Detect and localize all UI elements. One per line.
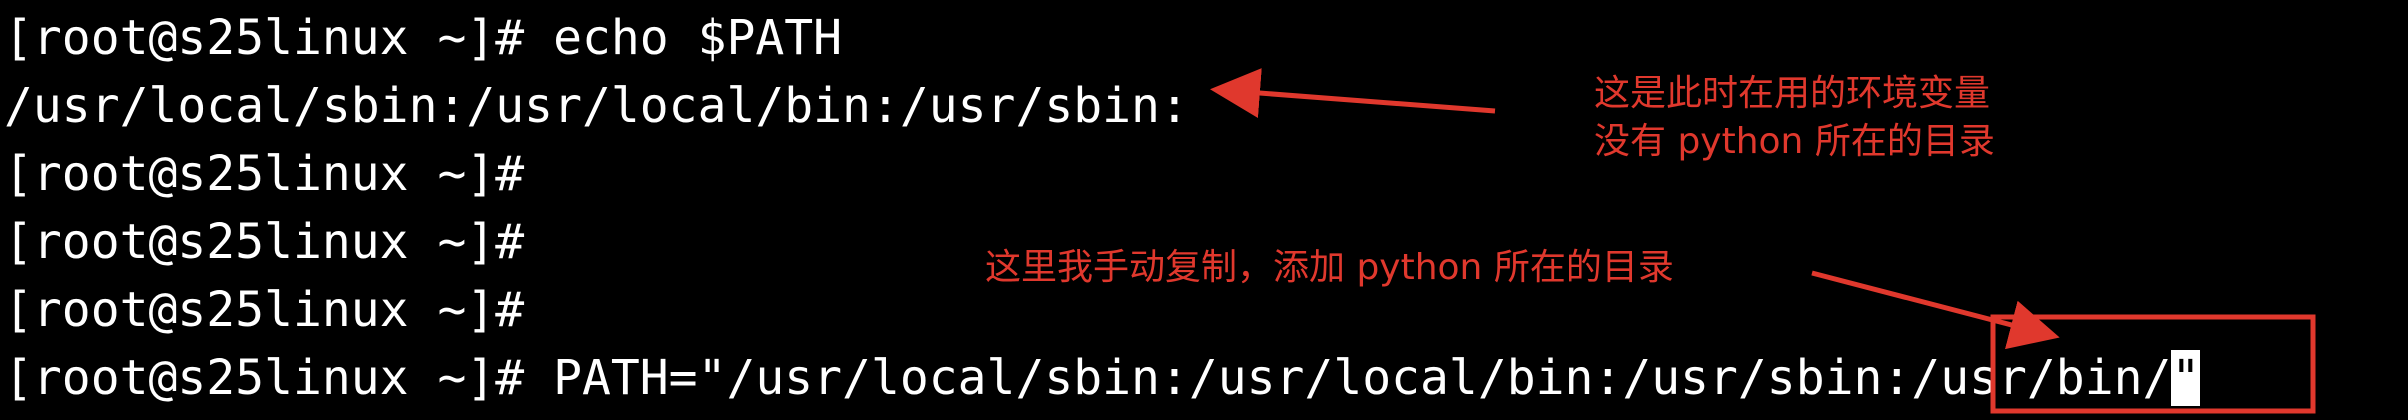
- terminal-line-4: [root@s25linux ~]#: [4, 208, 524, 276]
- command-text: PATH="/usr/local/sbin:/usr/local/bin:/us…: [524, 350, 2172, 406]
- terminal-line-6[interactable]: [root@s25linux ~]# PATH="/usr/local/sbin…: [4, 344, 2201, 412]
- terminal-line-5: [root@s25linux ~]#: [4, 276, 524, 344]
- shell-prompt: [root@s25linux ~]#: [4, 350, 525, 406]
- terminal-line-2: /usr/local/sbin:/usr/local/bin:/usr/sbin…: [4, 72, 1189, 140]
- command-text: echo $PATH: [524, 10, 843, 66]
- annotation-arrow-down: [1811, 270, 2060, 350]
- shell-prompt: [root@s25linux ~]#: [4, 10, 525, 66]
- annotation-text: 这里我手动复制，添加 python 所在的目录: [985, 247, 1674, 288]
- terminal-window[interactable]: [root@s25linux ~]# echo $PATH /usr/local…: [0, 0, 2408, 420]
- annotation-text: 没有 python 所在的目录: [1594, 121, 1995, 162]
- text-cursor: ": [2171, 350, 2201, 406]
- annotation-text: 这是此时在用的环境变量: [1594, 73, 1991, 114]
- shell-prompt: [root@s25linux ~]#: [4, 214, 525, 270]
- annotation-arrow-left: [1210, 68, 1496, 118]
- command-output: /usr/local/sbin:/usr/local/bin:/usr/sbin…: [4, 78, 1189, 134]
- annotation-manual-copy-note: 这里我手动复制，添加 python 所在的目录: [985, 244, 1674, 292]
- annotation-current-path-note: 这是此时在用的环境变量 没有 python 所在的目录: [1594, 70, 1995, 166]
- terminal-line-3: [root@s25linux ~]#: [4, 140, 524, 208]
- terminal-line-1: [root@s25linux ~]# echo $PATH: [4, 4, 842, 72]
- shell-prompt: [root@s25linux ~]#: [4, 146, 525, 202]
- shell-prompt: [root@s25linux ~]#: [4, 282, 525, 338]
